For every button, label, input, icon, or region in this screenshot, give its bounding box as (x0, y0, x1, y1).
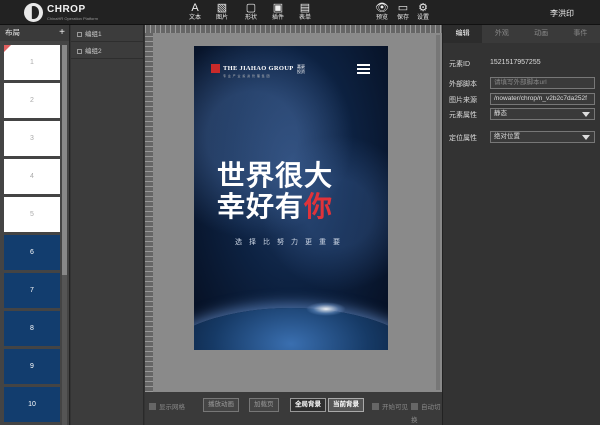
tab-edit[interactable]: 编辑 (443, 25, 483, 43)
auto-switch-checkbox[interactable]: 自动切换 (411, 401, 442, 424)
tab-animation[interactable]: 动画 (522, 25, 561, 43)
brand-name-en: THE JIAHAO GROUP (223, 65, 294, 72)
form-tool-button[interactable]: ▤ 表单 (291, 2, 319, 24)
plugin-icon: ▣ (272, 2, 284, 14)
chrop-logo (24, 3, 43, 22)
settings-button[interactable]: ⚙ 设置 (409, 2, 437, 24)
layer-item[interactable]: 编组1 (71, 27, 143, 42)
page-list-title: 布局 (5, 28, 20, 37)
page-thumb[interactable]: 2 (4, 83, 60, 118)
page-thumb[interactable]: 10 (4, 387, 60, 422)
element-id-row: 元素ID 1521517957255 (449, 59, 541, 69)
image-icon: ▧ (216, 2, 228, 14)
global-background-button[interactable]: 全局背景 (290, 398, 326, 412)
page-thumb[interactable]: 4 (4, 159, 60, 194)
current-background-button[interactable]: 当前背景 (328, 398, 364, 412)
page-preview[interactable]: THE JIAHAO GROUP 嘉豪 投资 专 业 产 业 投 资 管 理 集… (194, 46, 388, 350)
top-bar: CHROP ChinaHR Operation Platform A 文本 ▧ … (0, 0, 600, 25)
page-thumb[interactable]: 5 (4, 197, 60, 232)
tagline[interactable]: 选择比努力更重要 (194, 237, 388, 247)
element-attr-select[interactable]: 静态 (490, 108, 595, 120)
headline[interactable]: 世界很大 幸好有你 (217, 160, 367, 222)
external-script-label: 外部脚本 (449, 81, 477, 88)
properties-panel: 编辑 外观 动画 事件 元素ID 1521517957255 外部脚本 请填写外… (442, 25, 600, 425)
position-attr-label: 定位属性 (449, 135, 477, 142)
shape-tool-button[interactable]: ▢ 形状 (237, 2, 265, 24)
layer-panel: 编组1 编组2 (71, 25, 144, 425)
element-id-value: 1521517957255 (490, 59, 541, 66)
checkbox-icon[interactable] (372, 403, 379, 410)
position-attr-select[interactable]: 绝对位置 (490, 131, 595, 143)
image-source-label: 图片来源 (449, 97, 477, 104)
text-icon: A (191, 2, 199, 14)
headline-highlight: 你 (304, 191, 334, 222)
external-script-input[interactable]: 请填写外部脚本url (490, 77, 595, 89)
horizontal-ruler (145, 25, 442, 33)
sun-flare (306, 302, 346, 316)
headline-line-1: 世界很大 (217, 160, 334, 191)
brand-name-cn: 嘉豪 投资 (297, 64, 305, 74)
jiahao-logo-icon (211, 64, 220, 73)
plugin-tool-button[interactable]: ▣ 插件 (264, 2, 292, 24)
show-grid-checkbox[interactable]: 显示网格 (149, 401, 185, 414)
brand-tagline: 专 业 产 业 投 资 管 理 集 团 (223, 74, 271, 78)
page-list-panel: 布局 + 1 2 3 4 5 6 7 8 9 10 (0, 25, 70, 425)
properties-tabs: 编辑 外观 动画 事件 (443, 25, 600, 43)
page-thumb[interactable]: 7 (4, 273, 60, 308)
shape-icon: ▢ (245, 2, 257, 14)
add-page-icon[interactable]: + (59, 25, 65, 41)
scrollbar-thumb[interactable] (62, 45, 67, 275)
page-thumb[interactable]: 3 (4, 121, 60, 156)
layer-item[interactable]: 编组2 (71, 44, 143, 59)
page-thumb[interactable]: 9 (4, 349, 60, 384)
checkbox-icon[interactable] (411, 403, 418, 410)
checkbox-icon[interactable] (149, 403, 156, 410)
app-name: CHROP (47, 4, 86, 15)
gear-icon: ⚙ (418, 2, 428, 14)
element-attr-label: 元素属性 (449, 112, 477, 119)
page-thumb[interactable]: 6 (4, 235, 60, 270)
image-tool-button[interactable]: ▧ 图片 (208, 2, 236, 24)
load-page-button[interactable]: 加载页 (249, 398, 279, 412)
app-subtitle: ChinaHR Operation Platform (47, 16, 98, 21)
vertical-ruler (145, 33, 153, 392)
element-id-label: 元素ID (449, 61, 470, 68)
page-list-scrollbar[interactable] (62, 45, 67, 425)
user-name[interactable]: 李洪印 (550, 8, 574, 19)
canvas-bottom-bar: 显示网格 播放动画 加载页 全局背景 当前背景 开始可见 自动切换 (145, 392, 442, 425)
play-animation-button[interactable]: 播放动画 (203, 398, 239, 412)
editor-canvas[interactable]: THE JIAHAO GROUP 嘉豪 投资 专 业 产 业 投 资 管 理 集… (145, 25, 442, 392)
canvas-scrollbar[interactable] (436, 35, 440, 390)
layer-checkbox-icon[interactable] (77, 48, 82, 54)
image-source-input[interactable]: /nowater/chrop/n_v2b2c7da252f (490, 93, 595, 105)
visible-first-checkbox[interactable]: 开始可见 (372, 401, 408, 414)
page-list-header: 布局 + (0, 25, 69, 41)
tab-appearance[interactable]: 外观 (482, 25, 521, 43)
form-icon: ▤ (299, 2, 311, 14)
headline-line-2: 幸好有你 (217, 191, 334, 222)
hamburger-menu-icon[interactable] (357, 64, 370, 74)
layer-checkbox-icon[interactable] (77, 31, 82, 37)
page-thumb[interactable]: 8 (4, 311, 60, 346)
tab-events[interactable]: 事件 (561, 25, 600, 43)
page-thumbnails: 1 2 3 4 5 6 7 8 9 10 (4, 45, 60, 425)
page-thumb[interactable]: 1 (4, 45, 60, 80)
text-tool-button[interactable]: A 文本 (181, 2, 209, 24)
